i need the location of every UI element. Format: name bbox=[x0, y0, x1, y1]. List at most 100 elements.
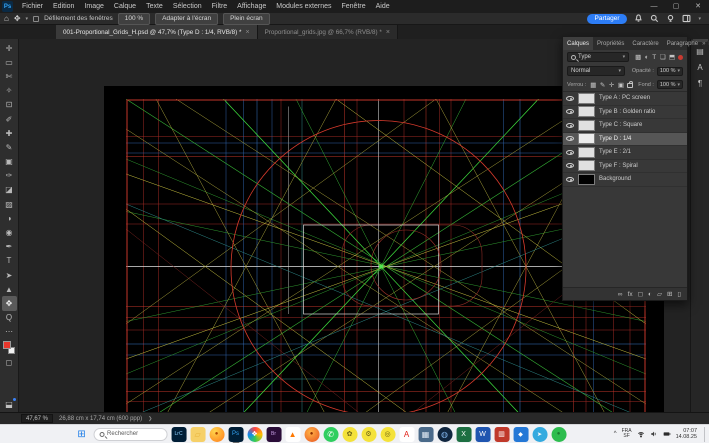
photos-icon[interactable]: ❖ bbox=[247, 427, 262, 442]
home-icon[interactable]: ⌂ bbox=[4, 14, 9, 24]
layer-thumbnail[interactable] bbox=[578, 147, 595, 158]
wifi-icon[interactable] bbox=[637, 430, 645, 438]
search-icon[interactable] bbox=[650, 14, 659, 23]
zoom-tool-icon[interactable]: Q bbox=[2, 311, 17, 325]
healing-brush-tool-icon[interactable]: ✚ bbox=[2, 126, 17, 140]
close-button[interactable]: ✕ bbox=[687, 0, 709, 13]
workspace-caret-icon[interactable]: ▾ bbox=[698, 16, 701, 22]
filter-toggle-icon[interactable] bbox=[678, 55, 683, 60]
maximize-button[interactable]: ▢ bbox=[665, 0, 687, 13]
layer-style-icon[interactable]: fx bbox=[628, 291, 633, 298]
green-dot-icon[interactable]: ● bbox=[551, 427, 566, 442]
yellow-app3-icon[interactable]: ◎ bbox=[380, 427, 395, 442]
layer-filter-kind-icon[interactable]: T bbox=[652, 54, 656, 61]
lock-option-icon[interactable]: ▣ bbox=[618, 81, 624, 89]
layer-row[interactable]: Background bbox=[563, 173, 687, 187]
firefox-icon[interactable]: ● bbox=[209, 427, 224, 442]
group-layers-icon[interactable]: ▱ bbox=[657, 290, 662, 298]
panel-tab-paragraphe[interactable]: Paragraphe bbox=[663, 37, 702, 50]
layer-visibility-eye-icon[interactable] bbox=[566, 163, 574, 168]
link-layers-icon[interactable]: ∞ bbox=[618, 291, 623, 298]
excel-icon[interactable]: X bbox=[456, 427, 471, 442]
tool-preset-caret-icon[interactable]: ▾ bbox=[26, 16, 29, 22]
show-desktop-button[interactable] bbox=[704, 427, 706, 442]
layer-mask-icon[interactable]: ◻ bbox=[638, 290, 643, 298]
scroll-all-windows-checkbox[interactable] bbox=[33, 16, 39, 22]
acrobat-icon[interactable]: A bbox=[399, 427, 414, 442]
layer-visibility-eye-icon[interactable] bbox=[566, 96, 574, 101]
minimize-button[interactable]: — bbox=[643, 0, 665, 13]
layer-row[interactable]: Type F : Spiral bbox=[563, 160, 687, 174]
layer-filter-kind-icon[interactable]: ▩ bbox=[635, 53, 641, 61]
new-layer-icon[interactable]: ⊞ bbox=[667, 290, 672, 298]
menu-aide[interactable]: Aide bbox=[371, 0, 395, 13]
yellow-app1-icon[interactable]: ✿ bbox=[342, 427, 357, 442]
whatsapp-icon[interactable]: ✆ bbox=[323, 427, 338, 442]
blend-mode-select[interactable]: Normal ▾ bbox=[567, 66, 625, 76]
layer-row[interactable]: Type D : 1/4 bbox=[563, 133, 687, 147]
menu-filtre[interactable]: Filtre bbox=[207, 0, 233, 13]
type-tool-icon[interactable]: T bbox=[2, 254, 17, 268]
workspace-switcher-icon[interactable] bbox=[682, 14, 691, 23]
layer-filter-select[interactable]: Type ▾ bbox=[567, 52, 629, 62]
fit-screen-button[interactable]: Adapter à l'écran bbox=[155, 13, 218, 25]
lock-all-icon[interactable] bbox=[627, 83, 633, 88]
dodge-tool-icon[interactable]: ◉ bbox=[2, 225, 17, 239]
tray-overflow-icon[interactable]: ^ bbox=[614, 431, 617, 437]
opacity-input[interactable]: 100 %▾ bbox=[657, 67, 683, 76]
yellow-app2-icon[interactable]: ⚙ bbox=[361, 427, 376, 442]
clone-stamp-tool-icon[interactable]: ▣ bbox=[2, 155, 17, 169]
vlc-icon[interactable]: ▲ bbox=[285, 427, 300, 442]
move-tool-icon[interactable]: ✛ bbox=[2, 41, 17, 55]
panel-tabs-overflow-icon[interactable]: » bbox=[702, 41, 705, 47]
crop-tool-icon[interactable]: ⊡ bbox=[2, 98, 17, 112]
lock-option-icon[interactable]: ✛ bbox=[609, 81, 614, 89]
history-brush-tool-icon[interactable]: ✑ bbox=[2, 169, 17, 183]
quick-mask-icon[interactable]: ◻ bbox=[2, 355, 17, 369]
color-swatches[interactable] bbox=[2, 341, 17, 355]
foreground-color-swatch[interactable] bbox=[3, 341, 11, 349]
taskbar-clock[interactable]: 07:0714.08.25 bbox=[676, 428, 697, 440]
fullscreen-button[interactable]: Plein écran bbox=[223, 13, 270, 25]
share-button[interactable]: Partager bbox=[587, 14, 628, 24]
layer-visibility-eye-icon[interactable] bbox=[566, 150, 574, 155]
adjustment-layer-icon[interactable]: ◐ bbox=[648, 291, 652, 298]
orange-app-icon[interactable]: ● bbox=[304, 427, 319, 442]
menu-calque[interactable]: Calque bbox=[109, 0, 141, 13]
calculator-icon[interactable]: ▦ bbox=[418, 427, 433, 442]
language-indicator[interactable]: FRASF bbox=[622, 429, 632, 439]
layer-visibility-eye-icon[interactable] bbox=[566, 136, 574, 141]
panel-tab-propriétés[interactable]: Propriétés bbox=[593, 37, 628, 50]
document-tab-1[interactable]: 001-Proportional_Grids_H.psd @ 47,7% (Ty… bbox=[56, 25, 258, 39]
layer-filter-kind-icon[interactable]: ◐ bbox=[645, 54, 649, 61]
shape-tool-icon[interactable]: ▲ bbox=[2, 282, 17, 296]
photoshop-icon[interactable]: Ps bbox=[228, 427, 243, 442]
layer-visibility-eye-icon[interactable] bbox=[566, 109, 574, 114]
layer-filter-kind-icon[interactable]: ❏ bbox=[660, 53, 666, 61]
hand-tool-icon[interactable]: ✥ bbox=[14, 14, 21, 24]
lock-option-icon[interactable]: ▦ bbox=[590, 81, 596, 89]
word-icon[interactable]: W bbox=[475, 427, 490, 442]
blur-tool-icon[interactable]: ◑ bbox=[2, 211, 17, 225]
panel-tab-caractère[interactable]: Caractère bbox=[628, 37, 662, 50]
lasso-tool-icon[interactable]: ✄ bbox=[2, 69, 17, 83]
gradient-tool-icon[interactable]: ▨ bbox=[2, 197, 17, 211]
dark-sphere-icon[interactable]: ◍ bbox=[437, 427, 452, 442]
fill-input[interactable]: 100 %▾ bbox=[657, 80, 683, 89]
panel-tab-calques[interactable]: Calques bbox=[563, 37, 593, 50]
lightroom-classic-icon[interactable]: LrC bbox=[171, 427, 186, 442]
volume-icon[interactable] bbox=[650, 430, 658, 438]
telegram-icon[interactable]: ➤ bbox=[532, 427, 547, 442]
bridge-icon[interactable]: Br bbox=[266, 427, 281, 442]
layer-thumbnail[interactable] bbox=[578, 133, 595, 144]
screen-mode-icon[interactable]: ⬓ bbox=[2, 398, 16, 410]
marquee-tool-icon[interactable]: ▭ bbox=[2, 55, 17, 69]
tab-close-icon[interactable]: × bbox=[245, 29, 249, 36]
menu-edition[interactable]: Edition bbox=[48, 0, 79, 13]
eyedropper-tool-icon[interactable]: ✐ bbox=[2, 112, 17, 126]
delete-layer-icon[interactable]: ▯ bbox=[677, 290, 681, 298]
notifications-bell-icon[interactable] bbox=[634, 14, 643, 23]
layer-thumbnail[interactable] bbox=[578, 93, 595, 104]
start-button[interactable]: ⊞ bbox=[74, 427, 89, 442]
menu-image[interactable]: Image bbox=[79, 0, 108, 13]
